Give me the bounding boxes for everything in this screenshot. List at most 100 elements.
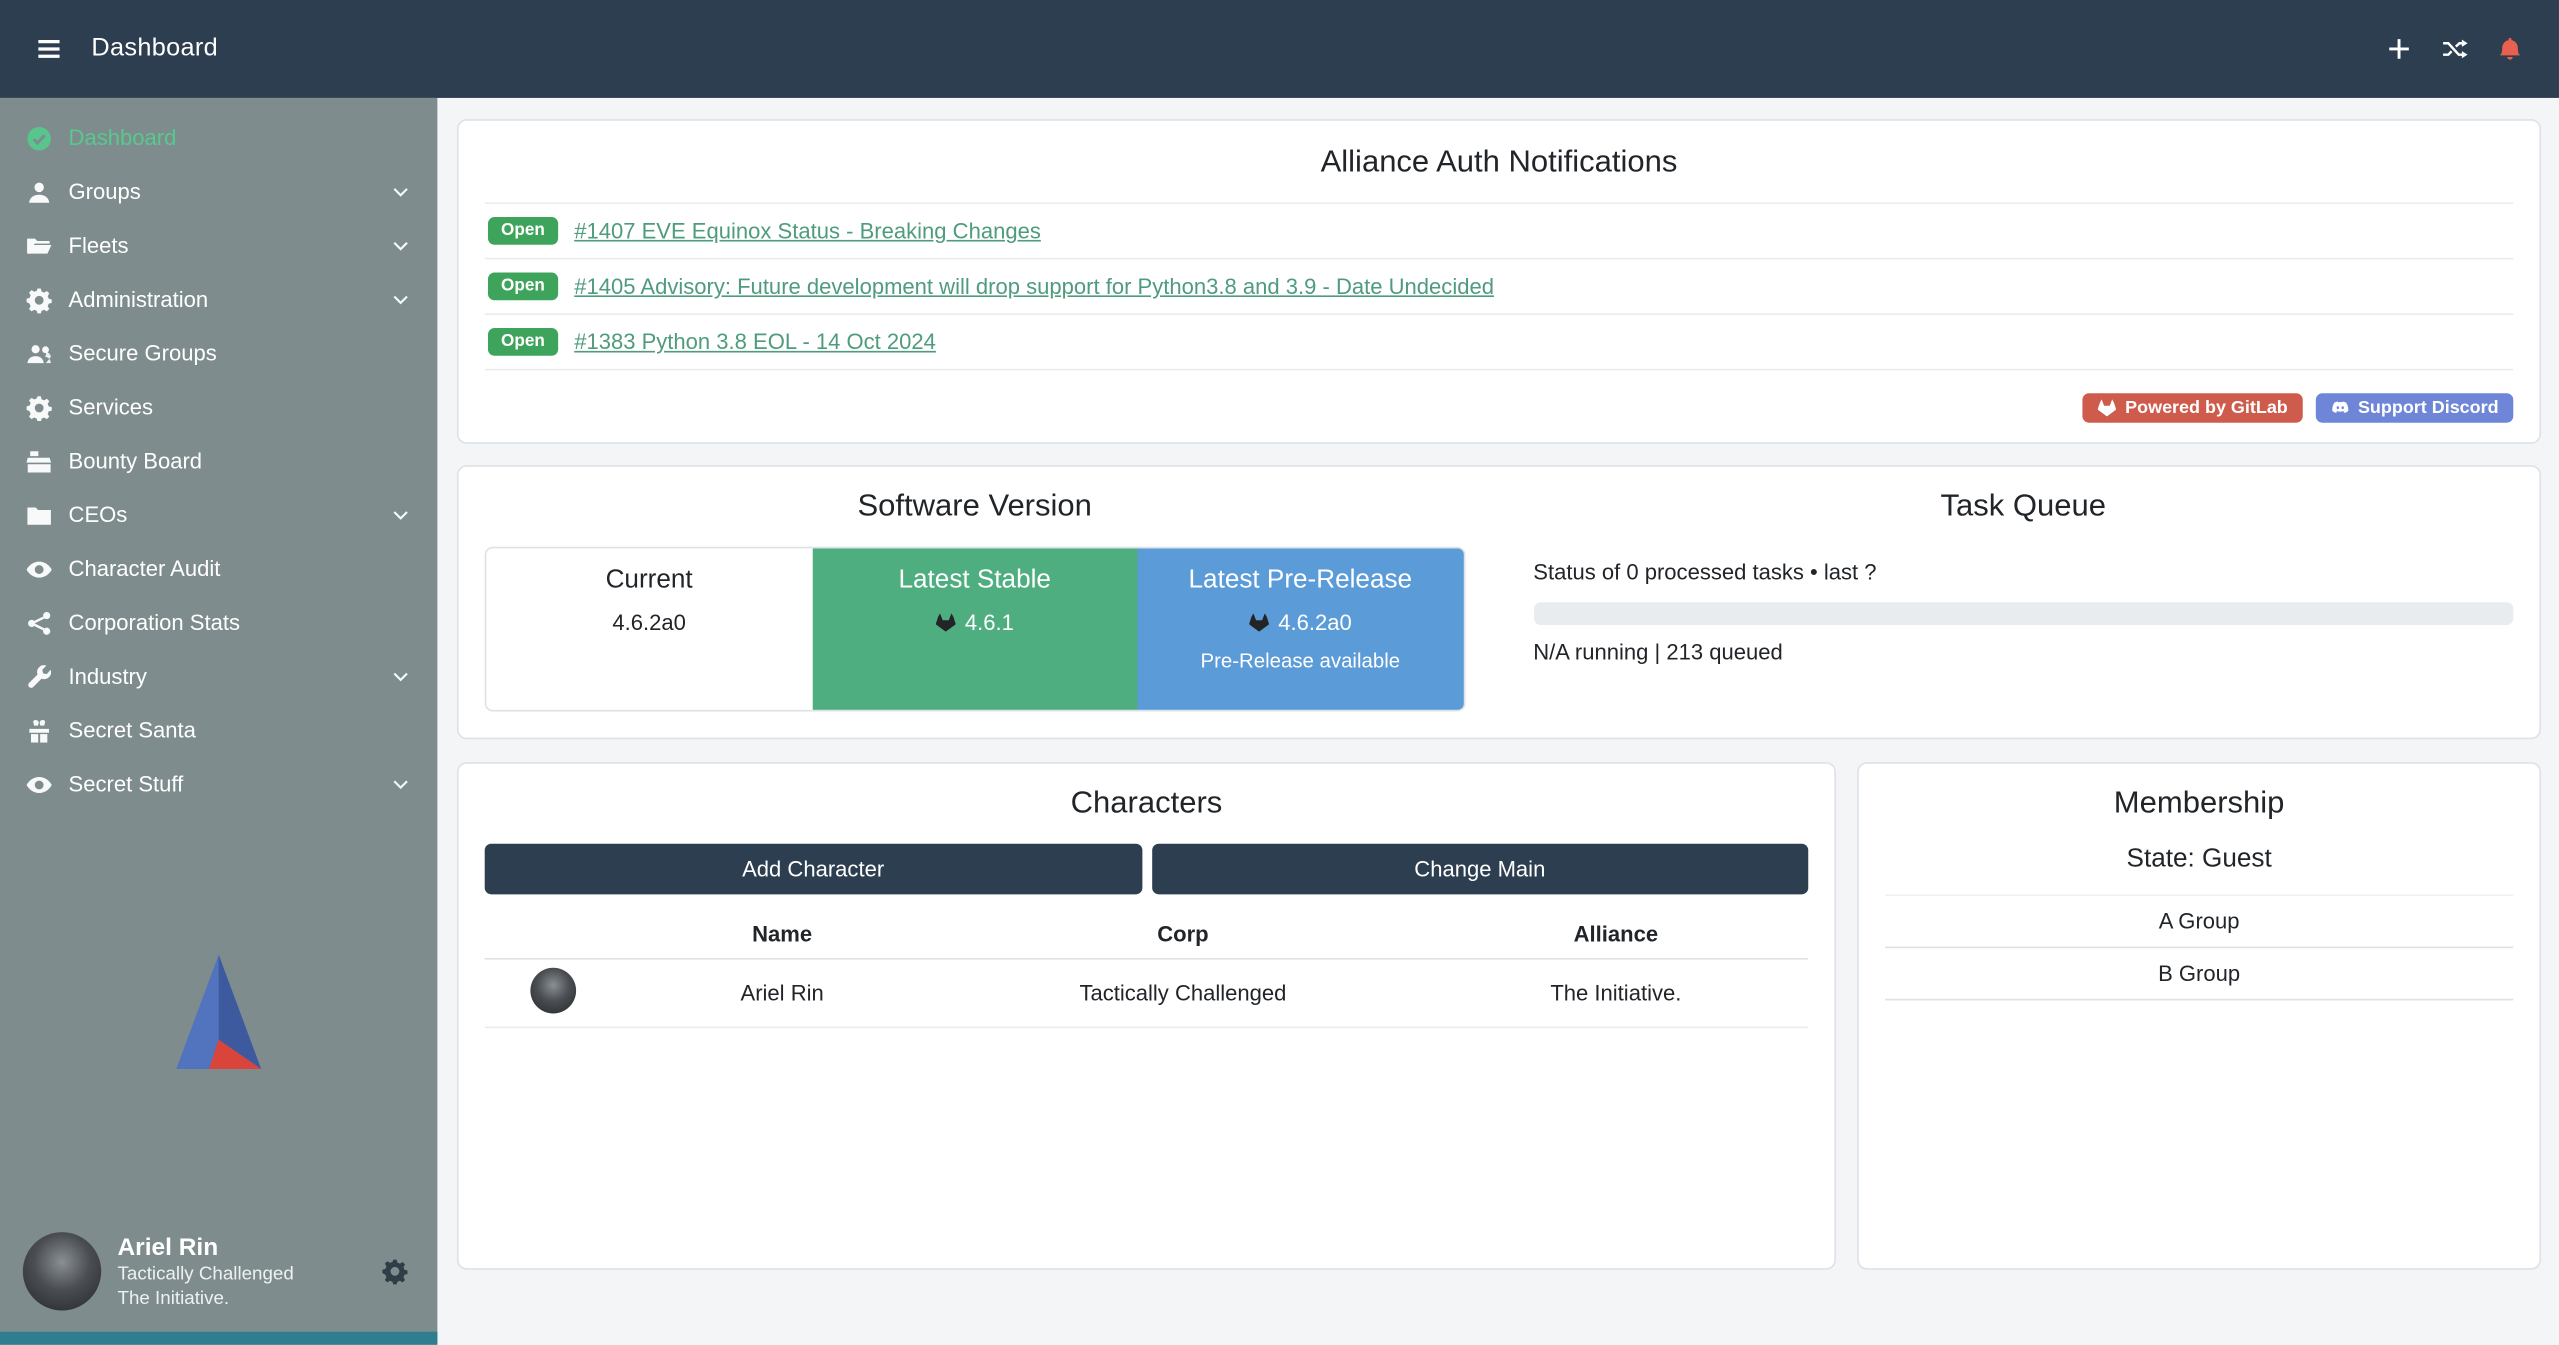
sidebar-item-label: Character Audit [69,557,412,581]
badge-label: Powered by GitLab [2125,398,2288,418]
sidebar-item-label: Groups [69,180,374,204]
folder-open-icon [26,233,52,259]
character-row: Ariel Rin Tactically Challenged The Init… [485,960,1809,1029]
task-queue-title: Task Queue [1533,490,2513,526]
gitlab-icon [936,612,957,633]
notifications-list: Open #1407 EVE Equinox Status - Breaking… [485,202,2514,370]
sidebar-item-label: Services [69,395,412,419]
plus-icon [2386,36,2412,62]
page-title: Dashboard [91,34,218,63]
version-current-value: 4.6.2a0 [612,610,686,634]
alliance-auth-app: Dashboard Dashboard Groups Fleets [0,0,2559,1345]
notifications-footer: Powered by GitLab Support Discord [485,393,2514,422]
sidebar: Dashboard Groups Fleets Administration S… [0,98,437,1345]
user-avatar [23,1233,101,1311]
gitlab-icon [2097,398,2117,418]
character-alliance: The Initiative. [1423,981,1808,1005]
sidebar-item-industry[interactable]: Industry [0,650,437,704]
version-stable-label: Latest Stable [825,566,1124,595]
sidebar-item-services[interactable]: Services [0,380,437,434]
user-icon [26,179,52,205]
sidebar-item-ceos[interactable]: CEOs [0,488,437,542]
gear-icon [26,394,52,420]
add-button[interactable] [2379,29,2418,68]
version-stable-value: 4.6.1 [965,610,1014,634]
sidebar-item-administration[interactable]: Administration [0,273,437,327]
sidebar-item-fleets[interactable]: Fleets [0,219,437,273]
check-circle-icon [26,125,52,151]
folder-icon [26,502,52,528]
sidebar-item-bounty-board[interactable]: Bounty Board [0,434,437,488]
chevron-down-icon [390,504,411,525]
version-prerelease-label: Latest Pre-Release [1151,566,1450,595]
change-main-button[interactable]: Change Main [1151,844,1808,895]
characters-card: Characters Add Character Change Main Nam… [457,762,1836,1270]
chevron-down-icon [390,774,411,795]
chevron-down-icon [390,666,411,687]
random-character-button[interactable] [2435,29,2474,68]
notification-link[interactable]: #1405 Advisory: Future development will … [574,274,1494,298]
powered-by-gitlab-badge[interactable]: Powered by GitLab [2083,393,2303,422]
version-box: Current 4.6.2a0 Latest Stable 4.6.1 Late… [485,547,1465,712]
sidebar-item-label: Fleets [69,233,374,257]
sidebar-item-label: CEOs [69,503,374,527]
gifts-icon [26,717,52,743]
gitlab-icon [1249,612,1270,633]
membership-groups: A Group B Group [1885,894,2513,1000]
notification-link[interactable]: #1383 Python 3.8 EOL - 14 Oct 2024 [574,330,936,354]
main-content: Alliance Auth Notifications Open #1407 E… [437,98,2559,1345]
share-nodes-icon [26,610,52,636]
user-settings-button[interactable] [375,1252,414,1291]
character-name: Ariel Rin [622,981,943,1005]
bottom-row: Characters Add Character Change Main Nam… [457,762,2541,1270]
cash-register-icon [26,448,52,474]
alliance-auth-notifications-card: Alliance Auth Notifications Open #1407 E… [457,119,2541,444]
task-queue-section: Task Queue Status of 0 processed tasks •… [1533,490,2513,712]
sidebar-item-label: Dashboard [69,126,412,150]
top-navbar: Dashboard [0,0,2559,98]
sidebar-item-label: Secret Stuff [69,772,374,796]
software-version-title: Software Version [485,490,1465,526]
sidebar-item-secure-groups[interactable]: Secure Groups [0,326,437,380]
sidebar-item-secret-stuff[interactable]: Secret Stuff [0,757,437,811]
gear-icon [382,1259,408,1285]
add-character-button[interactable]: Add Character [485,844,1142,895]
status-badge: Open [488,217,558,246]
version-current-label: Current [499,566,798,595]
sidebar-item-character-audit[interactable]: Character Audit [0,542,437,596]
version-latest-stable: Latest Stable 4.6.1 [812,548,1138,710]
sidebar-item-corporation-stats[interactable]: Corporation Stats [0,596,437,650]
eye-icon [26,771,52,797]
status-badge: Open [488,328,558,357]
menu-toggle-button[interactable] [29,29,68,68]
sidebar-item-secret-santa[interactable]: Secret Santa [0,703,437,757]
software-version-section: Software Version Current 4.6.2a0 Latest … [485,490,1465,712]
discord-icon [2330,398,2350,418]
notifications-title: Alliance Auth Notifications [485,145,2514,181]
notification-link[interactable]: #1407 EVE Equinox Status - Breaking Chan… [574,219,1041,243]
sidebar-item-dashboard[interactable]: Dashboard [0,111,437,165]
corp-column-header: Corp [942,922,1423,946]
user-panel: Ariel Rin Tactically Challenged The Init… [0,1212,437,1332]
bell-icon [2497,36,2523,62]
badge-label: Support Discord [2358,398,2499,418]
notification-row: Open #1405 Advisory: Future development … [485,259,2514,314]
user-name: Ariel Rin [118,1232,360,1264]
characters-table: Name Corp Alliance Ariel Rin Tactically … [485,911,1809,1029]
hamburger-menu-icon [36,36,62,62]
users-icon [26,340,52,366]
sidebar-item-label: Industry [69,664,374,688]
sidebar-item-label: Bounty Board [69,449,412,473]
name-column-header: Name [622,922,943,946]
notification-row: Open #1407 EVE Equinox Status - Breaking… [485,204,2514,259]
notifications-button[interactable] [2490,29,2529,68]
support-discord-badge[interactable]: Support Discord [2316,393,2514,422]
chevron-down-icon [390,181,411,202]
initiative-logo [166,948,270,1075]
version-current: Current 4.6.2a0 [486,548,812,710]
wrench-icon [26,663,52,689]
sidebar-item-groups[interactable]: Groups [0,165,437,219]
task-queue-counts: N/A running | 213 queued [1533,640,2513,664]
sidebar-nav: Dashboard Groups Fleets Administration S… [0,98,437,811]
version-latest-prerelease: Latest Pre-Release 4.6.2a0 Pre-Release a… [1138,548,1464,710]
